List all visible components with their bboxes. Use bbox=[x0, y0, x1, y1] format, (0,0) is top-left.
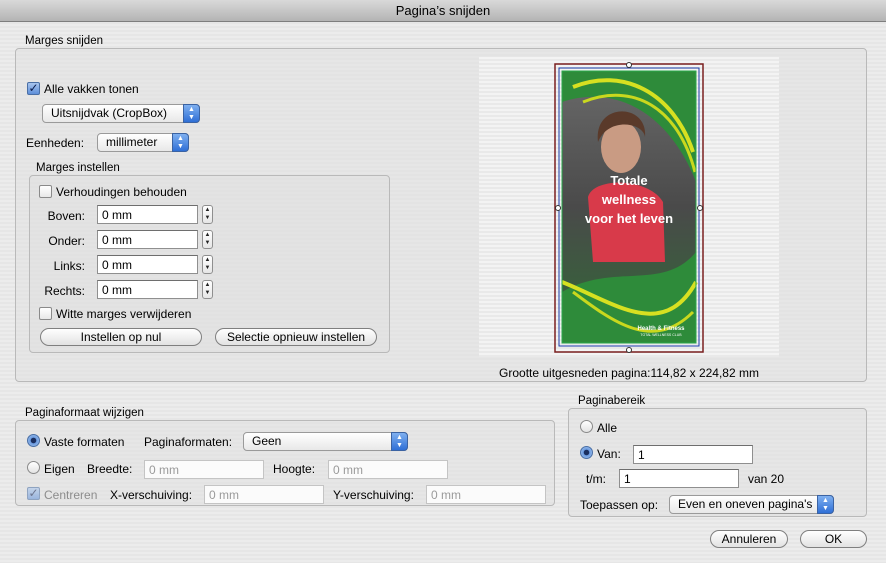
field-label-rechts: Rechts: bbox=[44, 284, 85, 298]
apply-to-value: Even en oneven pagina's bbox=[678, 497, 813, 511]
x-offset-label: X-verschuiving: bbox=[110, 488, 193, 502]
reset-zero-button[interactable]: Instellen op nul bbox=[40, 328, 202, 346]
center-label: Centreren bbox=[44, 488, 98, 502]
range-all-radio[interactable] bbox=[580, 420, 593, 433]
up-down-arrows-icon: ▲ ▼ bbox=[172, 133, 189, 152]
show-all-boxes-label: Alle vakken tonen bbox=[44, 82, 139, 96]
margin-top-field[interactable]: 0 mm bbox=[97, 205, 198, 224]
custom-size-radio[interactable] bbox=[27, 461, 40, 474]
y-offset-field[interactable]: 0 mm bbox=[426, 485, 546, 504]
apply-to-popup[interactable]: Even en oneven pagina's ▲ ▼ bbox=[669, 495, 834, 514]
remove-white-margins-label: Witte marges verwijderen bbox=[56, 307, 192, 321]
units-value: millimeter bbox=[106, 135, 158, 149]
custom-size-label: Eigen bbox=[44, 462, 75, 476]
window-title: Pagina’s snijden bbox=[395, 3, 491, 18]
range-from-radio[interactable] bbox=[580, 446, 593, 459]
crop-handle-right[interactable] bbox=[697, 205, 703, 211]
up-down-arrows-icon: ▲ ▼ bbox=[817, 495, 834, 514]
margin-left-stepper[interactable]: ▲ ▼ bbox=[202, 255, 213, 274]
range-to-label: t/m: bbox=[586, 472, 606, 486]
keep-proportions-checkbox[interactable] bbox=[39, 185, 52, 198]
page-preview[interactable]: Totale wellness voor het leven Health & … bbox=[553, 62, 705, 354]
reset-selection-button[interactable]: Selectie opnieuw instellen bbox=[215, 328, 377, 346]
poster-headline-1: Totale bbox=[610, 173, 647, 188]
range-all-label: Alle bbox=[597, 421, 618, 435]
margin-top-stepper[interactable]: ▲ ▼ bbox=[202, 205, 213, 224]
box-select-value: Uitsnijdvak (CropBox) bbox=[51, 106, 168, 120]
margin-left-field[interactable]: 0 mm bbox=[97, 255, 198, 274]
width-label: Breedte: bbox=[87, 462, 133, 476]
marges-snijden-title: Marges snijden bbox=[25, 35, 103, 47]
cancel-button[interactable]: Annuleren bbox=[710, 530, 788, 548]
margin-bottom-stepper[interactable]: ▲ ▼ bbox=[202, 230, 213, 249]
fixed-formats-label: Vaste formaten bbox=[44, 435, 125, 449]
x-offset-field[interactable]: 0 mm bbox=[204, 485, 324, 504]
crop-handle-bottom[interactable] bbox=[626, 347, 632, 353]
remove-white-margins-checkbox[interactable] bbox=[39, 307, 52, 320]
fixed-formats-radio[interactable] bbox=[27, 434, 40, 447]
cropped-size-text: Grootte uitgesneden pagina:114,82 x 224,… bbox=[499, 366, 759, 380]
range-total-label: van 20 bbox=[748, 472, 785, 486]
margin-right-field[interactable]: 0 mm bbox=[97, 280, 198, 299]
poster-headline-3: voor het leven bbox=[585, 211, 673, 226]
height-label: Hoogte: bbox=[273, 462, 316, 476]
center-checkbox[interactable]: ✓ bbox=[27, 487, 40, 500]
margin-bottom-field[interactable]: 0 mm bbox=[97, 230, 198, 249]
y-offset-label: Y-verschuiving: bbox=[333, 488, 414, 502]
width-field[interactable]: 0 mm bbox=[144, 460, 264, 479]
ok-button[interactable]: OK bbox=[800, 530, 867, 548]
window-titlebar: Pagina’s snijden bbox=[0, 0, 886, 22]
marges-instellen-title: Marges instellen bbox=[36, 162, 120, 174]
range-from-field[interactable]: 1 bbox=[633, 445, 753, 464]
units-popup[interactable]: millimeter ▲ ▼ bbox=[97, 133, 189, 152]
formats-label: Paginaformaten: bbox=[144, 435, 233, 449]
margin-right-stepper[interactable]: ▲ ▼ bbox=[202, 280, 213, 299]
range-to-field[interactable]: 1 bbox=[619, 469, 739, 488]
up-down-arrows-icon: ▲ ▼ bbox=[391, 432, 408, 451]
range-from-label: Van: bbox=[597, 447, 621, 461]
crop-handle-left[interactable] bbox=[555, 205, 561, 211]
formats-value: Geen bbox=[252, 434, 282, 448]
poster-logo-sub: TOTAL WELLNESS CLUB bbox=[640, 333, 682, 337]
field-label-links: Links: bbox=[53, 259, 85, 273]
box-select-popup[interactable]: Uitsnijdvak (CropBox) ▲ ▼ bbox=[42, 104, 200, 123]
paginabereik-title: Paginabereik bbox=[578, 395, 646, 407]
apply-to-label: Toepassen op: bbox=[580, 498, 659, 512]
show-all-boxes-checkbox[interactable]: ✓ bbox=[27, 82, 40, 95]
field-label-onder: Onder: bbox=[48, 234, 85, 248]
height-field[interactable]: 0 mm bbox=[328, 460, 448, 479]
up-down-arrows-icon: ▲ ▼ bbox=[183, 104, 200, 123]
keep-proportions-label: Verhoudingen behouden bbox=[56, 185, 187, 199]
formats-popup[interactable]: Geen ▲ ▼ bbox=[243, 432, 408, 451]
poster-logo: Health & Fitness bbox=[637, 326, 685, 332]
units-label: Eenheden: bbox=[26, 136, 85, 150]
poster-headline-2: wellness bbox=[601, 192, 656, 207]
field-label-boven: Boven: bbox=[47, 209, 85, 223]
paginaformaat-title: Paginaformaat wijzigen bbox=[25, 407, 144, 419]
crop-handle-top[interactable] bbox=[626, 62, 632, 68]
